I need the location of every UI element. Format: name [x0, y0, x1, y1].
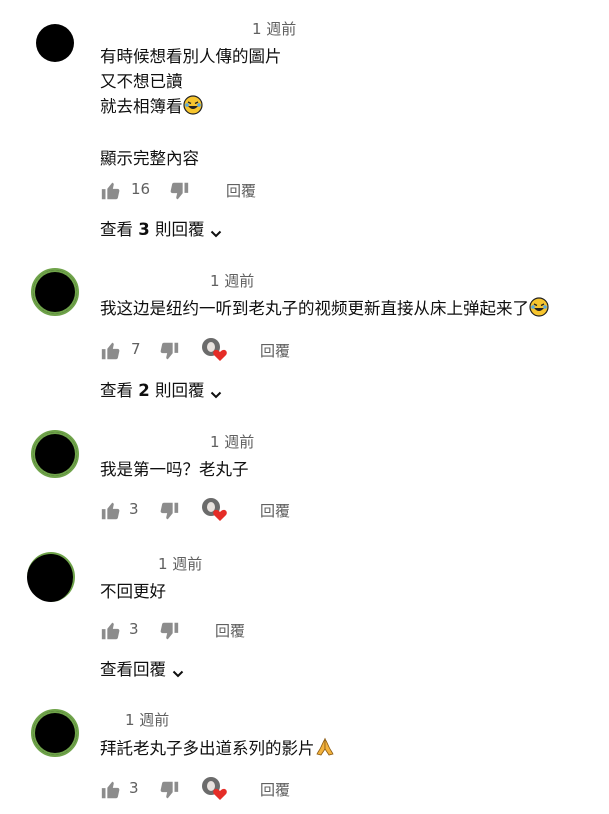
chevron-down-icon [172, 665, 184, 677]
comment-text-line: 我是第一吗？老丸子 [100, 460, 249, 479]
reply-button[interactable]: 回覆 [260, 779, 290, 800]
creator-heart-icon [202, 777, 230, 803]
thumbs-up-icon[interactable] [100, 340, 122, 362]
thumbs-up-icon[interactable] [100, 500, 122, 522]
thumbs-down-icon[interactable] [158, 620, 180, 642]
reply-button[interactable]: 回覆 [215, 620, 245, 641]
chevron-down-icon [210, 225, 222, 237]
comment-timestamp[interactable]: 1 週前 [210, 431, 254, 452]
comment-text-line: 我这边是纽约一听到老丸子的视频更新直接从床上弹起来了 [100, 297, 549, 324]
avatar[interactable] [36, 24, 74, 62]
laughing-tears-emoji-icon [182, 95, 203, 122]
laughing-tears-emoji-icon [529, 297, 549, 324]
thumbs-up-icon[interactable] [100, 620, 122, 642]
thumbs-down-icon[interactable] [158, 340, 180, 362]
reply-button[interactable]: 回覆 [226, 180, 256, 201]
show-more-link[interactable]: 顯示完整內容 [100, 145, 199, 169]
avatar[interactable] [27, 552, 75, 602]
comment-actions: 7 回覆 [100, 338, 400, 366]
like-count: 16 [131, 180, 151, 198]
thumbs-up-icon[interactable] [100, 180, 122, 202]
creator-heart-icon [202, 498, 230, 524]
avatar[interactable] [31, 268, 79, 316]
comment-actions: 3 回覆 [100, 777, 400, 805]
folded-hands-emoji-icon [315, 737, 335, 764]
comment-text-line: 拜託老丸子多出道系列的影片 [100, 737, 335, 764]
avatar[interactable] [31, 709, 79, 757]
comment-actions: 3 回覆 [100, 618, 400, 646]
comment-timestamp[interactable]: 1 週前 [252, 18, 296, 39]
comment-actions: 3 回覆 [100, 498, 400, 526]
comment-timestamp[interactable]: 1 週前 [158, 553, 202, 574]
thumbs-down-icon[interactable] [158, 500, 180, 522]
reply-button[interactable]: 回覆 [260, 340, 290, 361]
avatar[interactable] [31, 430, 79, 478]
thumbs-down-icon[interactable] [158, 779, 180, 801]
creator-heart-icon [202, 338, 230, 364]
thumbs-up-icon[interactable] [100, 779, 122, 801]
comment-text-line: 就去相簿看 [100, 95, 203, 122]
thumbs-down-icon[interactable] [168, 180, 190, 202]
view-replies-button[interactable]: 查看 3 則回覆 [100, 216, 222, 240]
like-count: 3 [129, 620, 139, 638]
comment-text-line: 不回更好 [100, 582, 166, 601]
like-count: 7 [131, 340, 141, 358]
like-count: 3 [129, 500, 139, 518]
comment-actions: 16 回覆 [100, 178, 400, 206]
like-count: 3 [129, 779, 139, 797]
view-replies-button[interactable]: 查看回覆 [100, 656, 184, 680]
comment-timestamp[interactable]: 1 週前 [125, 709, 169, 730]
comment-text-line: 有時候想看別人傳的圖片 [100, 47, 282, 66]
reply-button[interactable]: 回覆 [260, 500, 290, 521]
comment-text-line: 又不想已讀 [100, 72, 183, 91]
view-replies-button[interactable]: 查看 2 則回覆 [100, 377, 222, 401]
chevron-down-icon [210, 386, 222, 398]
comment-timestamp[interactable]: 1 週前 [210, 270, 254, 291]
